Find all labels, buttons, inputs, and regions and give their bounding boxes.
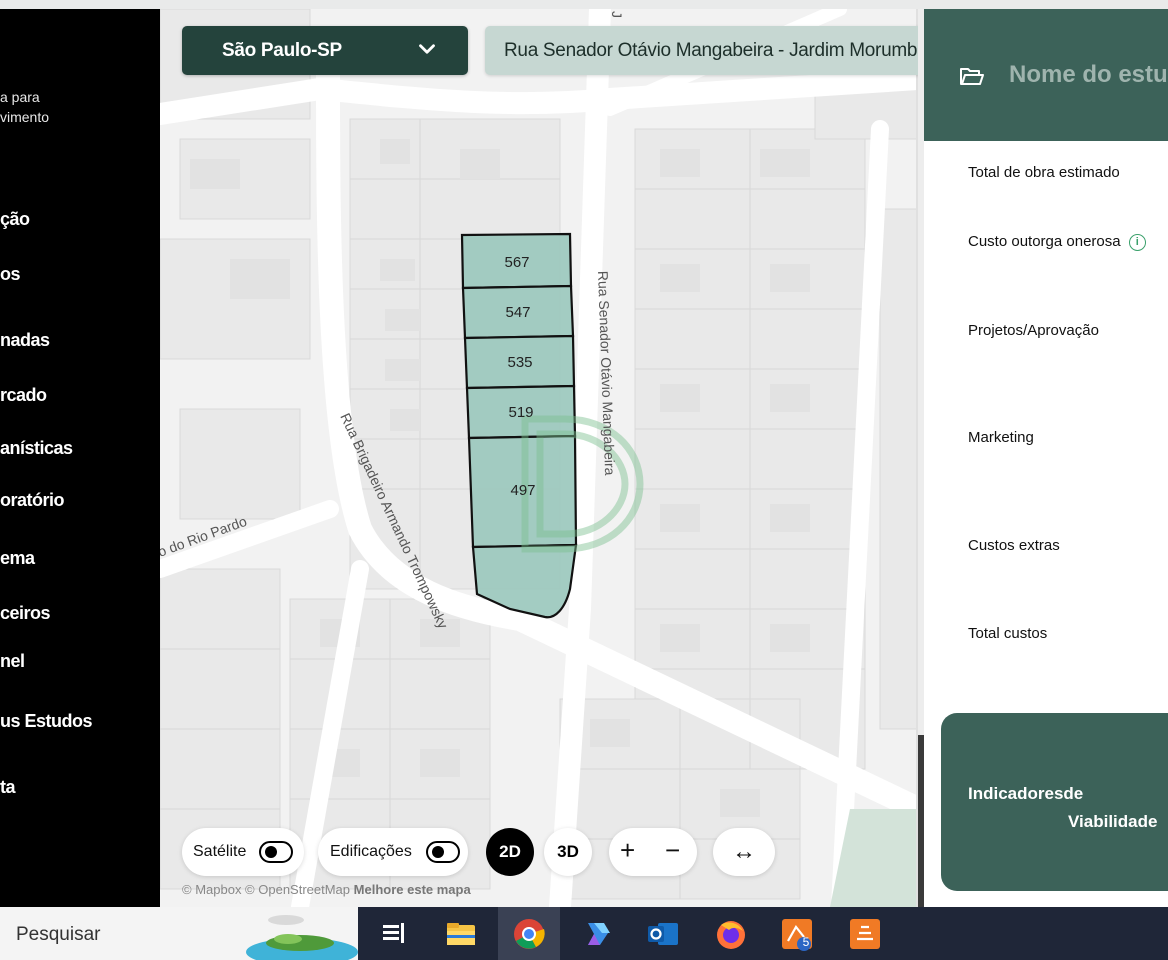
map-base: Rua Senador Otávio Mangabeira Rua Brigad…: [160, 9, 918, 907]
sidebar-tagline: a para vimento: [0, 89, 50, 125]
map-attribution: © Mapbox © OpenStreetMap Melhore este ma…: [182, 882, 471, 897]
projetos-label: Projetos/Aprovação: [968, 322, 1099, 339]
study-header: Nome do estudo: [924, 9, 1168, 141]
sidebar-item-3[interactable]: nadas: [0, 330, 50, 351]
copilot-icon[interactable]: [580, 917, 614, 951]
lot-label: 567: [504, 254, 529, 271]
study-panel: Nome do estudo Total de obra estimado Cu…: [924, 9, 1168, 907]
satellite-toggle-group: Satélite: [182, 828, 304, 876]
expand-button[interactable]: ↔: [713, 828, 775, 876]
zoom-out-button[interactable]: −: [665, 835, 680, 866]
sidebar-item-11[interactable]: ta: [0, 777, 16, 798]
sidebar-item-9[interactable]: nel: [0, 651, 25, 672]
sidebar-item-my-studies[interactable]: us Estudos: [0, 711, 93, 732]
sidebar-item-7[interactable]: ema: [0, 548, 35, 569]
task-view-icon[interactable]: [378, 917, 412, 951]
lot-label: 497: [510, 482, 535, 499]
lot-label: 519: [508, 404, 533, 421]
outorga-row: Custo outorga onerosa i: [968, 233, 1146, 251]
notification-badge: 5: [802, 935, 810, 949]
buildings-toggle-group: Edificações: [318, 828, 468, 876]
marketing-label: Marketing: [968, 429, 1034, 446]
street-label-top: J: [609, 11, 625, 18]
taskbar-search[interactable]: Pesquisar: [0, 907, 358, 960]
search-highlight-island-icon: [246, 915, 358, 960]
indicators-title-line1: Indicadoresde: [968, 784, 1084, 803]
city-select[interactable]: São Paulo-SP: [182, 26, 468, 75]
view-2d-button[interactable]: 2D: [486, 828, 534, 876]
buildings-label: Edificações: [330, 843, 412, 860]
file-explorer-icon[interactable]: [444, 917, 478, 951]
study-name-field[interactable]: Nome do estudo: [1009, 61, 1168, 89]
sidebar-item-2[interactable]: os: [0, 264, 21, 285]
lot-label: 547: [505, 304, 530, 321]
city-select-value: São Paulo-SP: [222, 40, 342, 61]
outorga-label: Custo outorga onerosa: [968, 233, 1121, 250]
zoom-in-button[interactable]: +: [620, 835, 635, 866]
taskbar: Pesquisar 5: [0, 907, 1168, 960]
sidebar: a para vimento ção os nadas rcado anísti…: [0, 9, 160, 907]
lot-label: 535: [507, 354, 532, 371]
sidebar-item-1[interactable]: ção: [0, 209, 30, 230]
sidebar-item-6[interactable]: oratório: [0, 490, 65, 511]
chrome-icon[interactable]: [512, 917, 546, 951]
improve-map-link[interactable]: Melhore este mapa: [354, 882, 471, 897]
sidebar-item-8[interactable]: ceiros: [0, 603, 51, 624]
buildings-toggle[interactable]: [426, 841, 460, 863]
indicators-title-line2: Viabilidade: [1068, 812, 1158, 831]
custos-extras-label: Custos extras: [968, 537, 1060, 554]
map-canvas[interactable]: Rua Senador Otávio Mangabeira Rua Brigad…: [160, 9, 918, 907]
sidebar-item-5[interactable]: anísticas: [0, 438, 73, 459]
firefox-icon[interactable]: [714, 917, 748, 951]
sidebar-item-4[interactable]: rcado: [0, 385, 47, 406]
address-field[interactable]: Rua Senador Otávio Mangabeira - Jardim M…: [485, 26, 918, 75]
folder-open-icon: [960, 68, 984, 85]
zoom-controls: + −: [609, 828, 697, 876]
total-custos-label: Total custos: [968, 625, 1048, 642]
taskbar-search-placeholder: Pesquisar: [16, 924, 101, 945]
info-icon[interactable]: i: [1128, 233, 1146, 251]
view-3d-button[interactable]: 3D: [544, 828, 592, 876]
indicators-card[interactable]: Indicadoresde Viabilidade: [941, 713, 1168, 891]
outlook-icon[interactable]: [646, 917, 680, 951]
chevron-down-icon: [419, 44, 435, 54]
satellite-label: Satélite: [193, 843, 247, 860]
total-obra-label: Total de obra estimado: [968, 164, 1120, 181]
app-icon[interactable]: [848, 917, 882, 951]
address-value: Rua Senador Otávio Mangabeira - Jardim M…: [504, 40, 918, 61]
satellite-toggle[interactable]: [259, 841, 293, 863]
attribution-text: © Mapbox © OpenStreetMap: [182, 882, 351, 897]
